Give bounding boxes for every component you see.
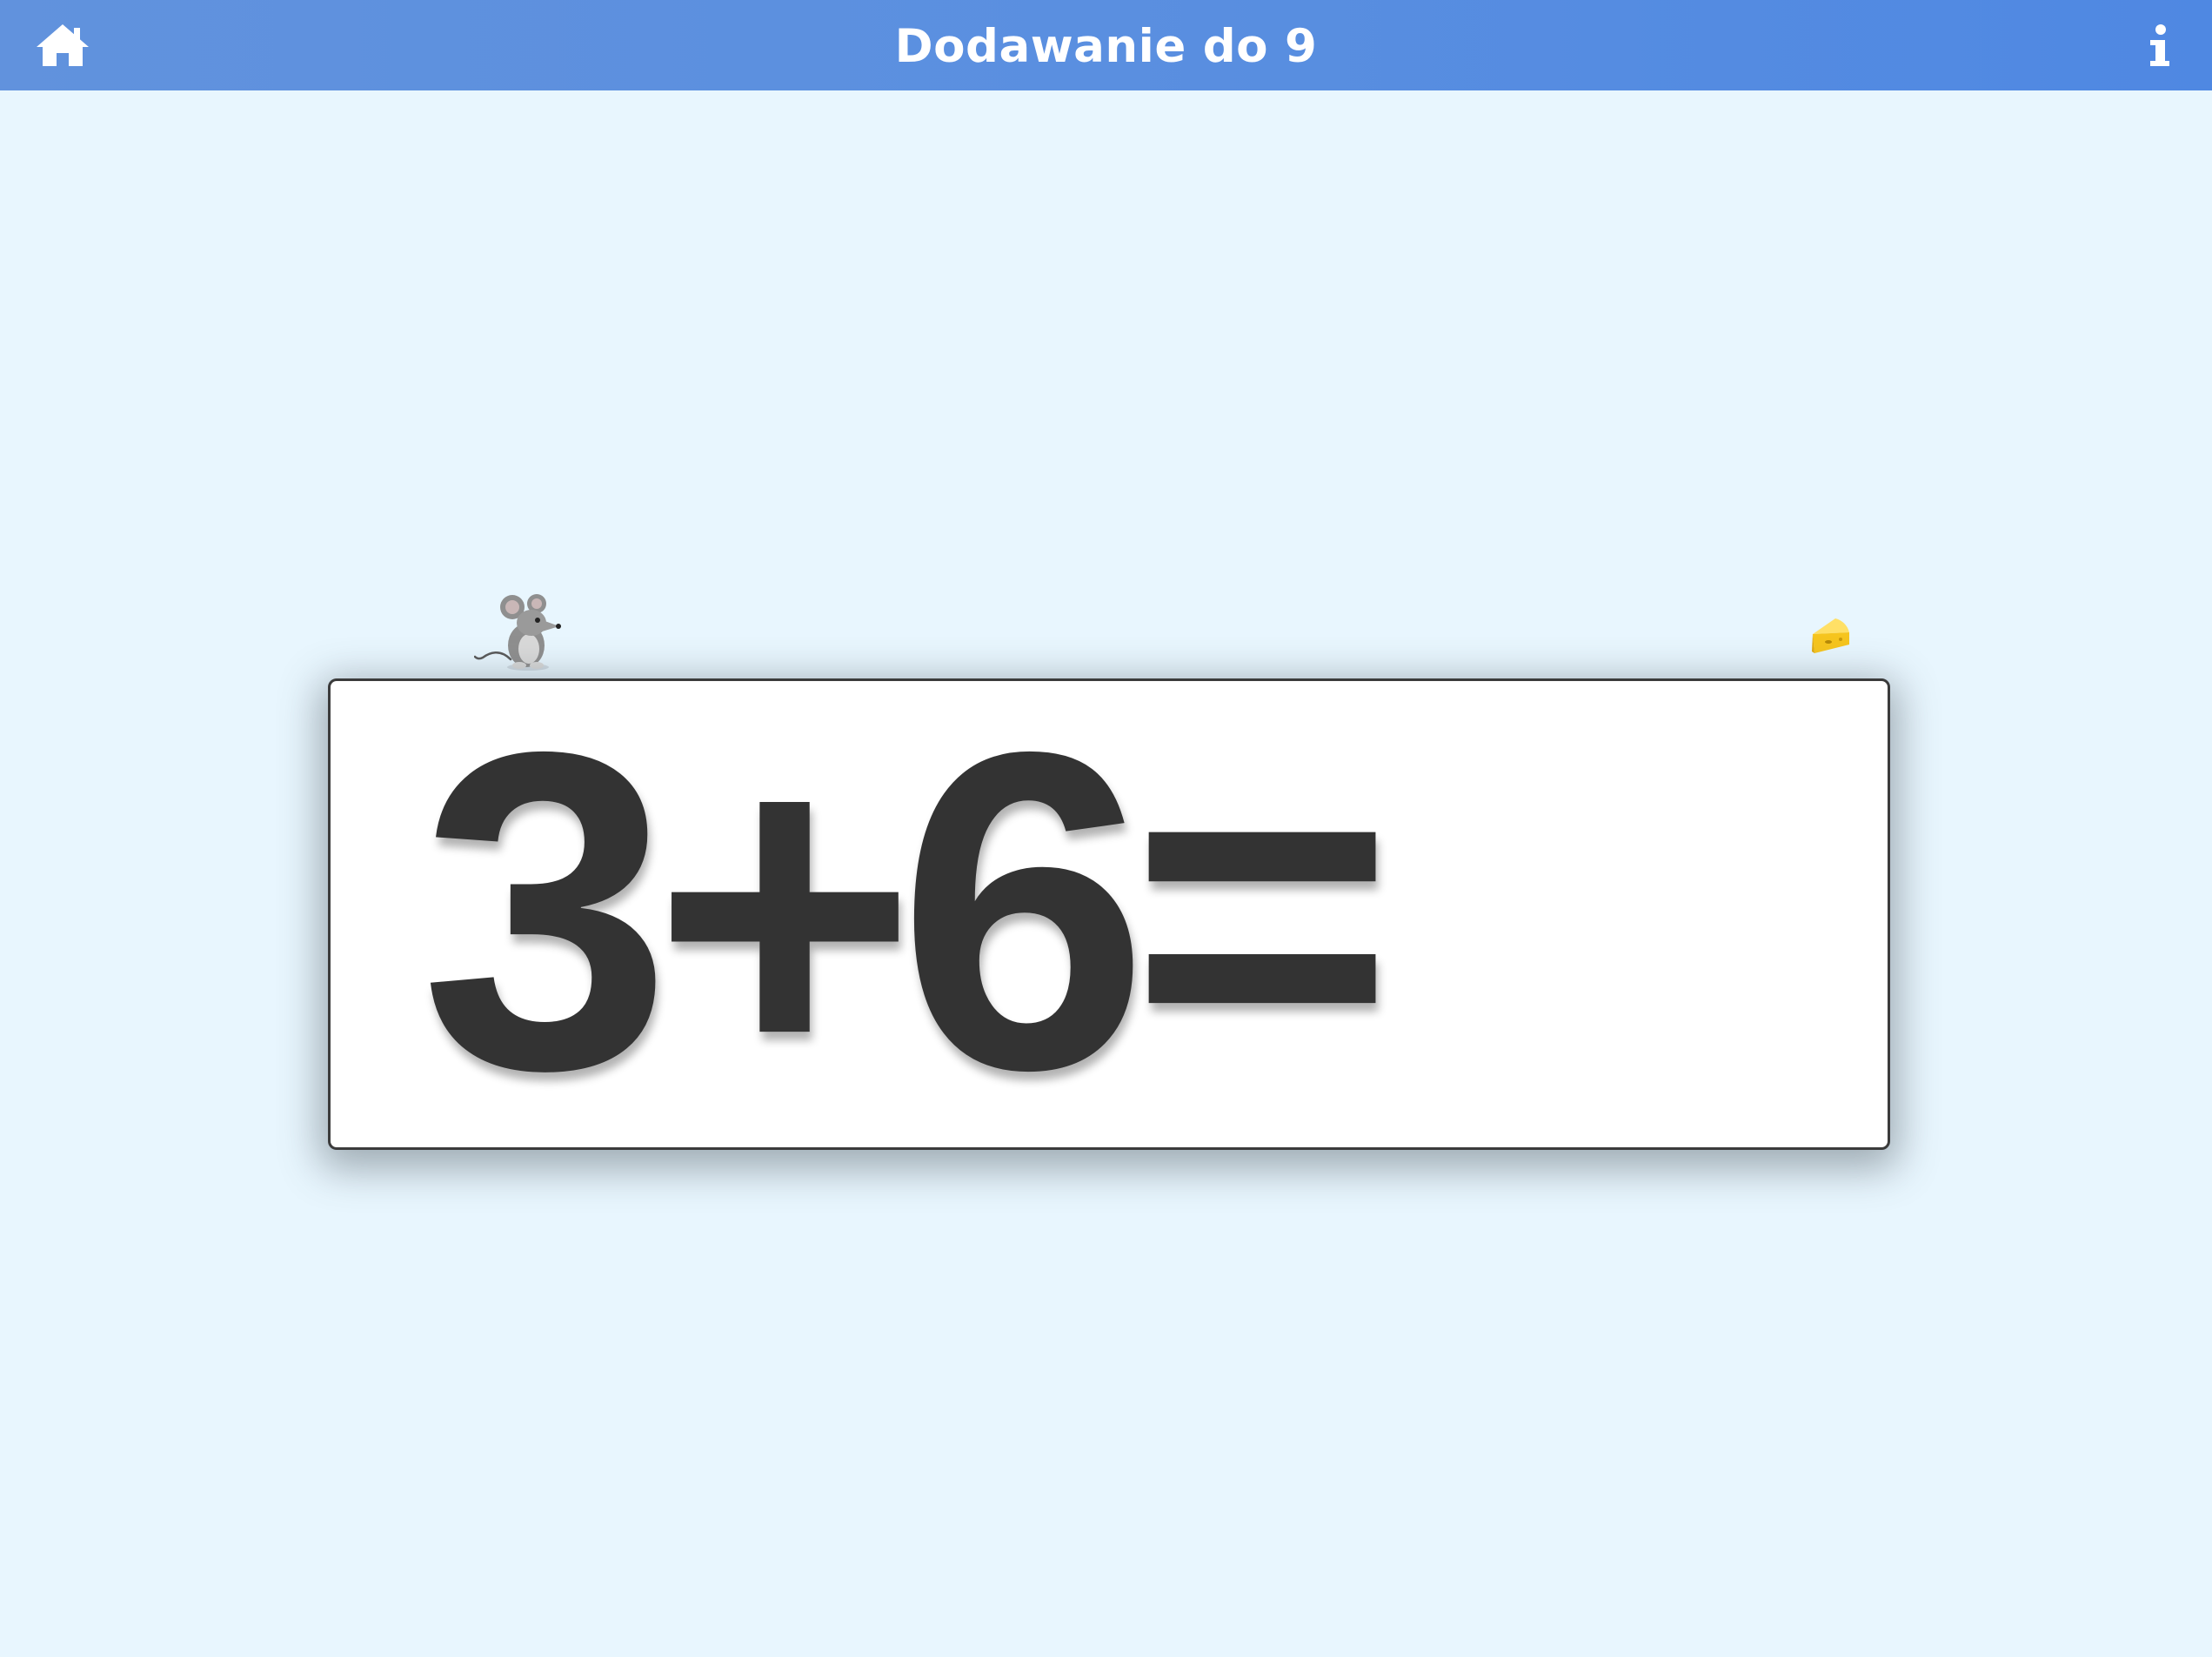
info-icon	[2150, 24, 2169, 66]
equals-sign: =	[1130, 658, 1394, 1164]
cheese-icon	[1809, 615, 1853, 657]
equation: 3+6=	[420, 681, 1394, 1147]
info-button[interactable]	[2142, 23, 2176, 70]
second-operand: 6	[897, 658, 1149, 1164]
plus-operator: +	[652, 658, 917, 1164]
page-title: Dodawanie do 9	[894, 20, 1318, 73]
first-operand: 3	[420, 658, 672, 1164]
top-bar: Dodawanie do 9	[0, 0, 2212, 90]
equation-card: 3+6=	[328, 678, 1890, 1150]
